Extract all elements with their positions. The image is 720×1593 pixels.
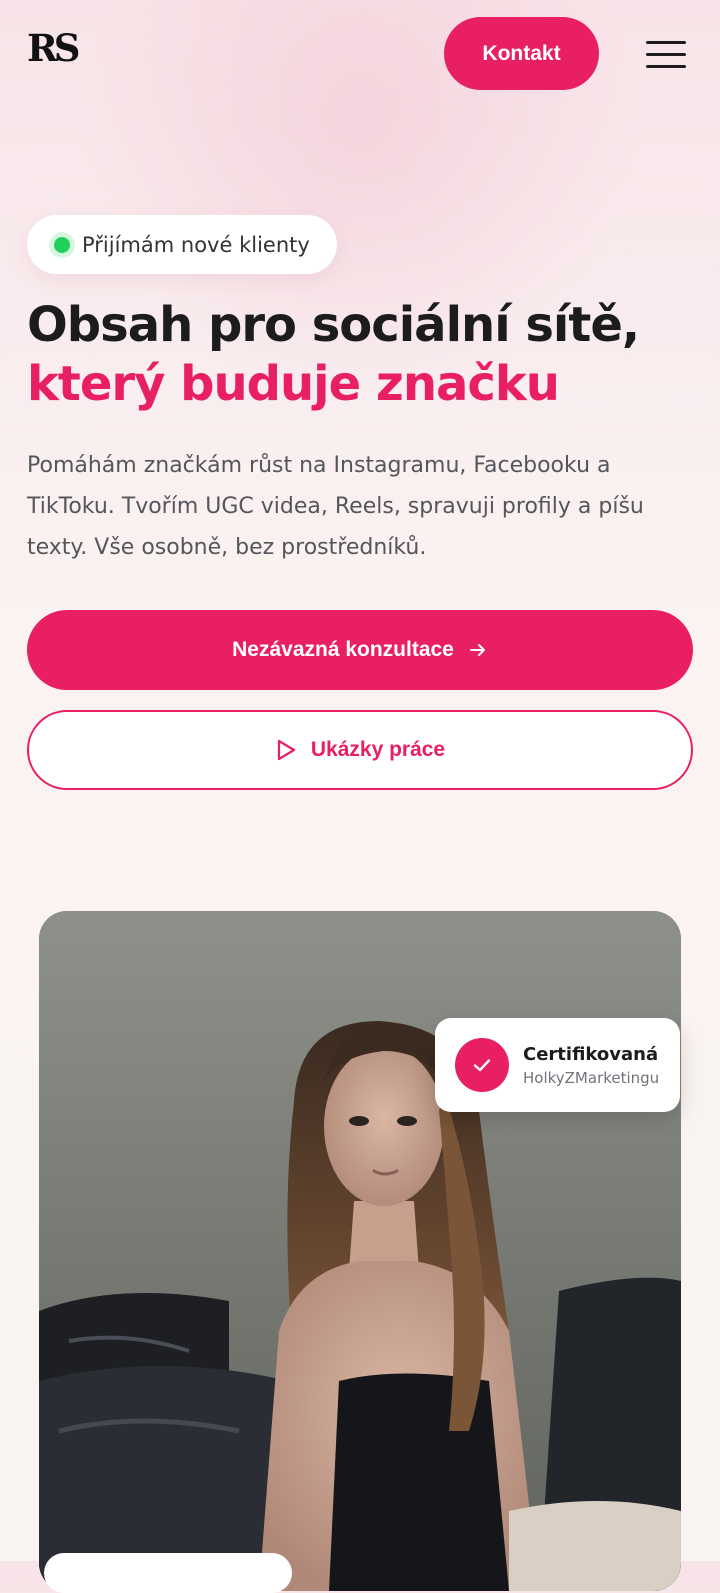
site-header: RS Kontakt [0,0,720,108]
headline-line-1: Obsah pro sociální sítě, [27,297,640,353]
hero-headline: Obsah pro sociální sítě, který buduje zn… [27,296,707,414]
hero-intro: Pomáhám značkám růst na Instagramu, Face… [27,453,644,560]
availability-badge: Přijímám nové klienty [27,215,337,274]
play-icon [277,739,295,761]
certification-title: Certifikovaná [523,1043,659,1065]
arrow-right-icon [469,644,485,656]
portfolio-button-label: Ukázky práce [310,738,446,761]
headline-line-2: který buduje značku [27,356,560,412]
photo-overlay-card [44,1553,292,1593]
portfolio-button[interactable]: Ukázky práce [27,710,693,790]
logo[interactable]: RS [27,30,81,67]
portrait-photo [39,911,681,1591]
hamburger-icon[interactable] [642,36,690,72]
consultation-button[interactable]: Nezávazná konzultace [27,610,693,690]
consultation-button-label: Nezávazná konzultace [232,638,454,661]
availability-label: Přijímám nové klienty [82,232,310,257]
certification-subtitle: HolkyZMarketingu [523,1068,660,1087]
contact-button[interactable]: Kontakt [444,17,599,90]
status-dot-icon [54,236,70,253]
check-icon [455,1038,509,1092]
certification-card: Certifikovaná HolkyZMarketingu [435,1018,680,1112]
